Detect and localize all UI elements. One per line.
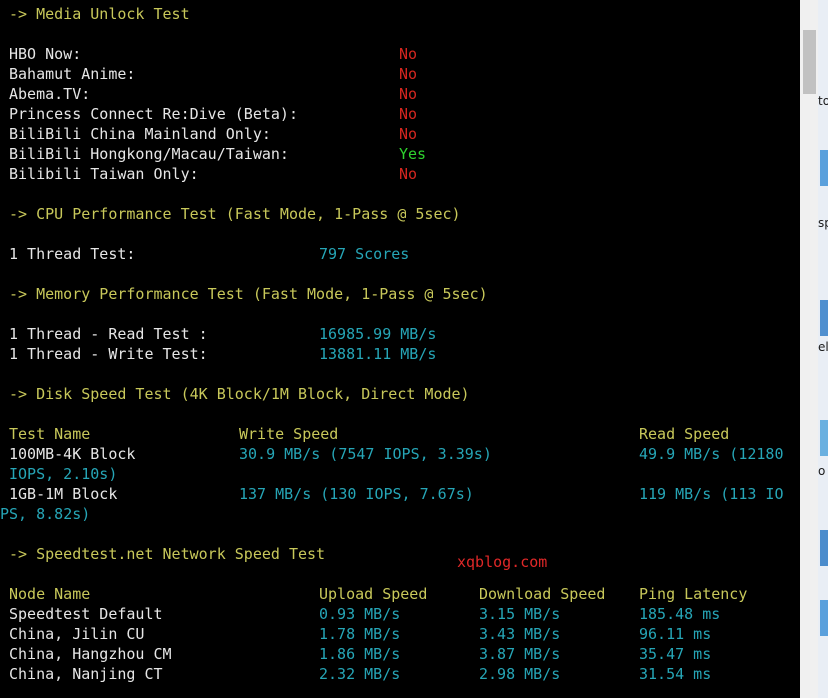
media-result: No bbox=[399, 105, 418, 123]
disk-read-speed: 49.9 MB/s (12180 bbox=[639, 445, 784, 463]
speed-node-name: China, Hangzhou CM bbox=[9, 645, 172, 663]
desktop-icon[interactable] bbox=[820, 300, 828, 336]
media-service-name: Bahamut Anime: bbox=[9, 65, 136, 83]
disk-read-speed-wrap: IOPS, 2.10s) bbox=[9, 465, 118, 483]
speed-upload: 0.93 MB/s bbox=[319, 605, 401, 623]
speed-node-name: China, Nanjing CT bbox=[9, 665, 163, 683]
desktop-icon[interactable] bbox=[820, 530, 828, 566]
speedtest-section-header: -> Speedtest.net Network Speed Test bbox=[9, 545, 326, 563]
disk-write-speed: 30.9 MB/s (7547 IOPS, 3.39s) bbox=[239, 445, 492, 463]
vertical-scrollbar[interactable] bbox=[800, 0, 818, 698]
media-result: No bbox=[399, 85, 418, 103]
memory-write-value: 13881.11 MB/s bbox=[319, 345, 437, 363]
desktop-background-strip: to sp el o bbox=[818, 0, 828, 698]
disk-test-name: 100MB-4K Block bbox=[9, 445, 136, 463]
watermark: xqblog.com bbox=[457, 553, 548, 571]
disk-read-speed: 119 MB/s (113 IO bbox=[639, 485, 784, 503]
speed-ping: 35.47 ms bbox=[639, 645, 712, 663]
desktop-icon[interactable] bbox=[820, 150, 828, 186]
desktop-icon[interactable] bbox=[820, 420, 828, 456]
cpu-test-score: 797 Scores bbox=[319, 245, 410, 263]
memory-read-value: 16985.99 MB/s bbox=[319, 325, 437, 343]
memory-write-label: 1 Thread - Write Test: bbox=[9, 345, 208, 363]
speed-ping: 31.54 ms bbox=[639, 665, 712, 683]
memory-read-label: 1 Thread - Read Test : bbox=[9, 325, 208, 343]
disk-write-speed: 137 MB/s (130 IOPS, 7.67s) bbox=[239, 485, 474, 503]
cpu-test-label: 1 Thread Test: bbox=[9, 245, 136, 263]
speed-node-name: China, Jilin CU bbox=[9, 625, 145, 643]
speed-node-name: Speedtest Default bbox=[9, 605, 163, 623]
media-result: No bbox=[399, 165, 418, 183]
speed-column-ping: Ping Latency bbox=[639, 585, 748, 603]
desktop-text-fragment: sp bbox=[818, 216, 828, 230]
media-service-name: Abema.TV: bbox=[9, 85, 91, 103]
speed-download: 3.87 MB/s bbox=[479, 645, 561, 663]
desktop-text-fragment: o bbox=[818, 464, 826, 478]
disk-column-test-name: Test Name bbox=[9, 425, 91, 443]
speed-download: 3.43 MB/s bbox=[479, 625, 561, 643]
media-result: No bbox=[399, 65, 418, 83]
terminal-output[interactable]: -> Media Unlock Test HBO Now: No Bahamut… bbox=[0, 0, 800, 698]
desktop-icon[interactable] bbox=[820, 600, 828, 636]
disk-column-read-speed: Read Speed bbox=[639, 425, 730, 443]
speed-column-node-name: Node Name bbox=[9, 585, 91, 603]
speed-ping: 96.11 ms bbox=[639, 625, 712, 643]
media-service-name: BiliBili China Mainland Only: bbox=[9, 125, 271, 143]
media-result: No bbox=[399, 45, 418, 63]
media-service-name: Princess Connect Re:Dive (Beta): bbox=[9, 105, 298, 123]
media-result: No bbox=[399, 125, 418, 143]
media-section-header: -> Media Unlock Test bbox=[9, 5, 190, 23]
desktop-text-fragment: el bbox=[818, 340, 828, 354]
media-service-name: Bilibili Taiwan Only: bbox=[9, 165, 199, 183]
speed-upload: 2.32 MB/s bbox=[319, 665, 401, 683]
media-service-name: HBO Now: bbox=[9, 45, 82, 63]
media-result: Yes bbox=[399, 145, 427, 163]
speed-ping: 185.48 ms bbox=[639, 605, 721, 623]
speed-download: 3.15 MB/s bbox=[479, 605, 561, 623]
scrollbar-thumb[interactable] bbox=[803, 30, 816, 94]
speed-column-upload: Upload Speed bbox=[319, 585, 428, 603]
disk-read-speed-wrap: PS, 8.82s) bbox=[0, 505, 91, 523]
speed-download: 2.98 MB/s bbox=[479, 665, 561, 683]
speed-upload: 1.78 MB/s bbox=[319, 625, 401, 643]
memory-section-header: -> Memory Performance Test (Fast Mode, 1… bbox=[9, 285, 488, 303]
disk-section-header: -> Disk Speed Test (4K Block/1M Block, D… bbox=[9, 385, 470, 403]
speed-column-download: Download Speed bbox=[479, 585, 606, 603]
speed-upload: 1.86 MB/s bbox=[319, 645, 401, 663]
media-service-name: BiliBili Hongkong/Macau/Taiwan: bbox=[9, 145, 289, 163]
disk-column-write-speed: Write Speed bbox=[239, 425, 339, 443]
cpu-section-header: -> CPU Performance Test (Fast Mode, 1-Pa… bbox=[9, 205, 461, 223]
disk-test-name: 1GB-1M Block bbox=[9, 485, 118, 503]
desktop-text-fragment: to bbox=[818, 94, 828, 108]
